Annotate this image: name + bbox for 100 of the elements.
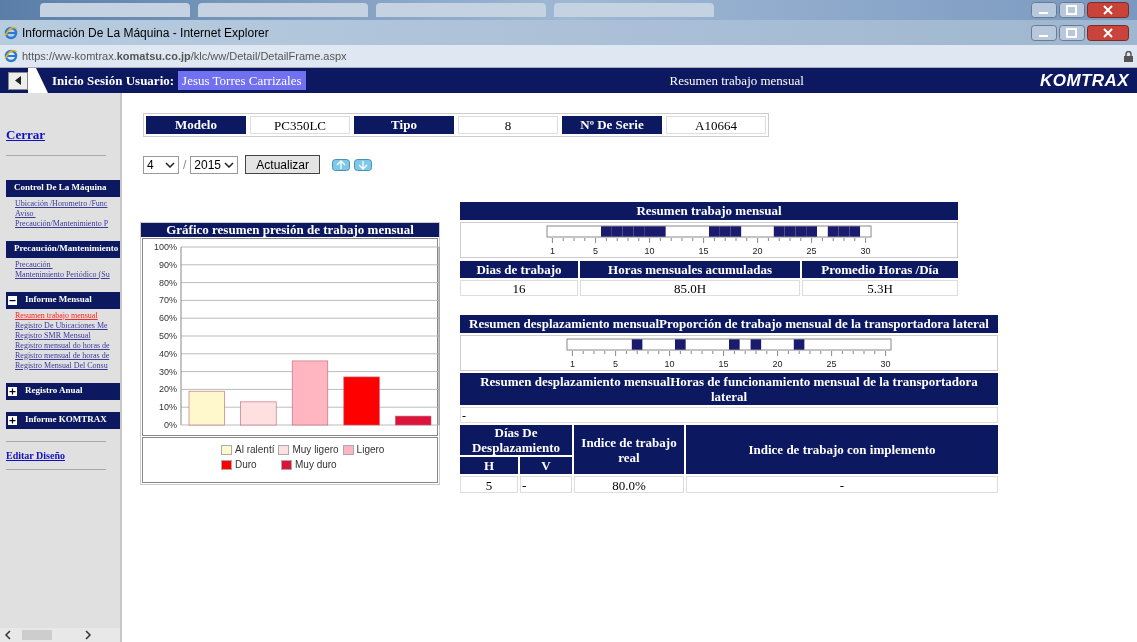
close-link[interactable]: Cerrar [6,125,120,145]
table-cell: 80.0% [574,476,684,493]
update-button[interactable]: Actualizar [245,155,321,174]
legend-swatch [278,445,290,455]
komtrax-logo: KOMTRAX [1040,69,1129,92]
column-header: Horas mensuales acumuladas [580,261,800,278]
column-header: Indice de trabajo real [574,425,684,474]
day-scale-label: 15 [718,359,729,369]
sidebar-section-title: Precaución/Mantenimiento [14,242,119,256]
section-title: Resumen desplazamiento mensualProporción de trabajo mensual de la transportadora lateral [460,315,998,333]
legend-swatch [342,445,354,455]
day-scale-label: 30 [880,359,891,369]
field-value: PC350LC [250,116,350,134]
sidebar-section-title: Control De La Máquina [14,181,107,195]
table-cell: - [460,407,998,423]
scrollbar-thumb[interactable] [22,630,52,640]
sidebar-section-title: Registro Anual [25,384,83,398]
year-select[interactable]: 2015 [190,155,239,174]
table-cell: 16 [460,280,578,296]
column-header: V [520,457,572,474]
collapse-panel-button[interactable] [8,71,28,90]
legend-swatch [221,445,232,455]
sidebar-section-header[interactable]: Registro Anual [6,382,120,400]
window-title: Información De La Máquina - Internet Explorer [22,24,269,42]
horizontal-scrollbar[interactable] [0,628,120,642]
sidebar-section-title: Informe Mensual [25,293,92,307]
section-title: Resumen desplazamiento mensualHoras de funcionamiento mensual de la transportadora lateral [460,373,998,405]
field-label: Nº De Serie [562,116,662,134]
legend-label: Al ralentí [235,444,275,456]
chart-bar [343,376,380,426]
sidebar-link[interactable]: Registro Mensual Del Consu [15,360,120,371]
sidebar-link[interactable]: Precaución/Mantenimiento P [15,218,120,229]
table-cell: 5.3H [802,280,958,296]
user-label: Inicio Sesión Usuario: [52,71,175,90]
user-name: Jesus Torres Carrizales [178,70,306,91]
field-value: A10664 [666,116,766,134]
sidebar-link[interactable]: Mantenimiento Periódico (Su [15,269,120,280]
sidebar-section-header[interactable]: Informe KOMTRAX [6,411,120,429]
legend-swatch [281,460,292,470]
legend-label: Ligero [356,444,385,456]
day-scale-label: 1 [569,359,575,369]
day-scale-label: 20 [752,246,763,256]
table-cell: - [686,476,998,493]
sidebar-section-header[interactable]: Precaución/Mantenimiento [6,240,120,258]
page-title: Resumen trabajo mensual [669,71,804,90]
day-scale-label: 1 [549,246,555,256]
chevron-down-icon [165,161,175,168]
minimize-icon[interactable] [1031,2,1057,18]
chart-bar [291,360,329,426]
axis-tick-label: 60% [159,313,177,324]
day-scale-label: 10 [664,359,675,369]
field-label: Modelo [146,116,246,134]
month-select[interactable]: 4 [143,155,179,174]
plus-icon[interactable] [8,386,17,396]
edit-layout-link[interactable]: Editar Diseño [6,447,120,463]
sidebar-section-header[interactable]: Control De La Máquina [6,179,120,197]
day-scale-label: 5 [613,359,619,369]
day-scale-label: 25 [806,246,817,256]
table-cell: 85.0H [580,280,800,296]
column-header: Indice de trabajo con implemento [686,425,998,474]
browser-icon [4,49,18,63]
arrow-down-icon[interactable] [354,158,373,171]
day-scale-label: 15 [698,246,709,256]
day-scale-label: 5 [593,246,599,256]
sidebar-link[interactable]: Ubicación /Horometro /Func [15,198,120,209]
axis-tick-label: 10% [159,402,177,413]
column-header: Dias de trabajo [460,261,578,278]
day-scale-label: 25 [826,359,837,369]
minimize-icon[interactable] [1031,24,1057,41]
chart-bar [395,415,432,426]
axis-tick-label: 0% [164,420,177,430]
sidebar-section-header[interactable]: Informe Mensual [6,291,120,309]
header-notch [28,68,48,93]
sidebar-section-title: Informe KOMTRAX [25,413,107,427]
chevron-down-icon [224,161,235,168]
maximize-icon[interactable] [1059,24,1085,41]
date-separator: / [183,156,187,174]
column-header: Promedio Horas /Día [802,261,958,278]
browser-icon [4,25,18,40]
column-header: H [460,457,518,474]
sidebar-link[interactable]: Registro SMR Mensual [15,330,120,341]
field-value: 8 [458,116,558,134]
sidebar-link[interactable]: Registro mensual do horas de [15,340,120,351]
sidebar-link[interactable]: Aviso [15,208,120,219]
arrow-up-icon[interactable] [332,158,351,171]
axis-tick-label: 100% [153,242,177,252]
legend-label: Muy ligero [292,444,339,456]
day-scale-label: 10 [644,246,655,256]
close-icon[interactable] [1087,24,1129,41]
axis-tick-label: 70% [159,295,177,306]
minus-icon[interactable] [8,295,17,305]
sidebar-link[interactable]: Precaución [15,259,120,270]
sidebar-link[interactable]: Registro De Ubicaciones Me [15,320,120,331]
sidebar-link[interactable]: Registro mensual de horas de [15,350,120,361]
maximize-icon[interactable] [1059,2,1085,18]
plus-icon[interactable] [8,415,17,425]
table-cell: 5 [460,476,518,493]
lock-icon [1124,50,1133,62]
close-icon[interactable] [1087,2,1129,18]
table-cell: - [520,476,572,493]
